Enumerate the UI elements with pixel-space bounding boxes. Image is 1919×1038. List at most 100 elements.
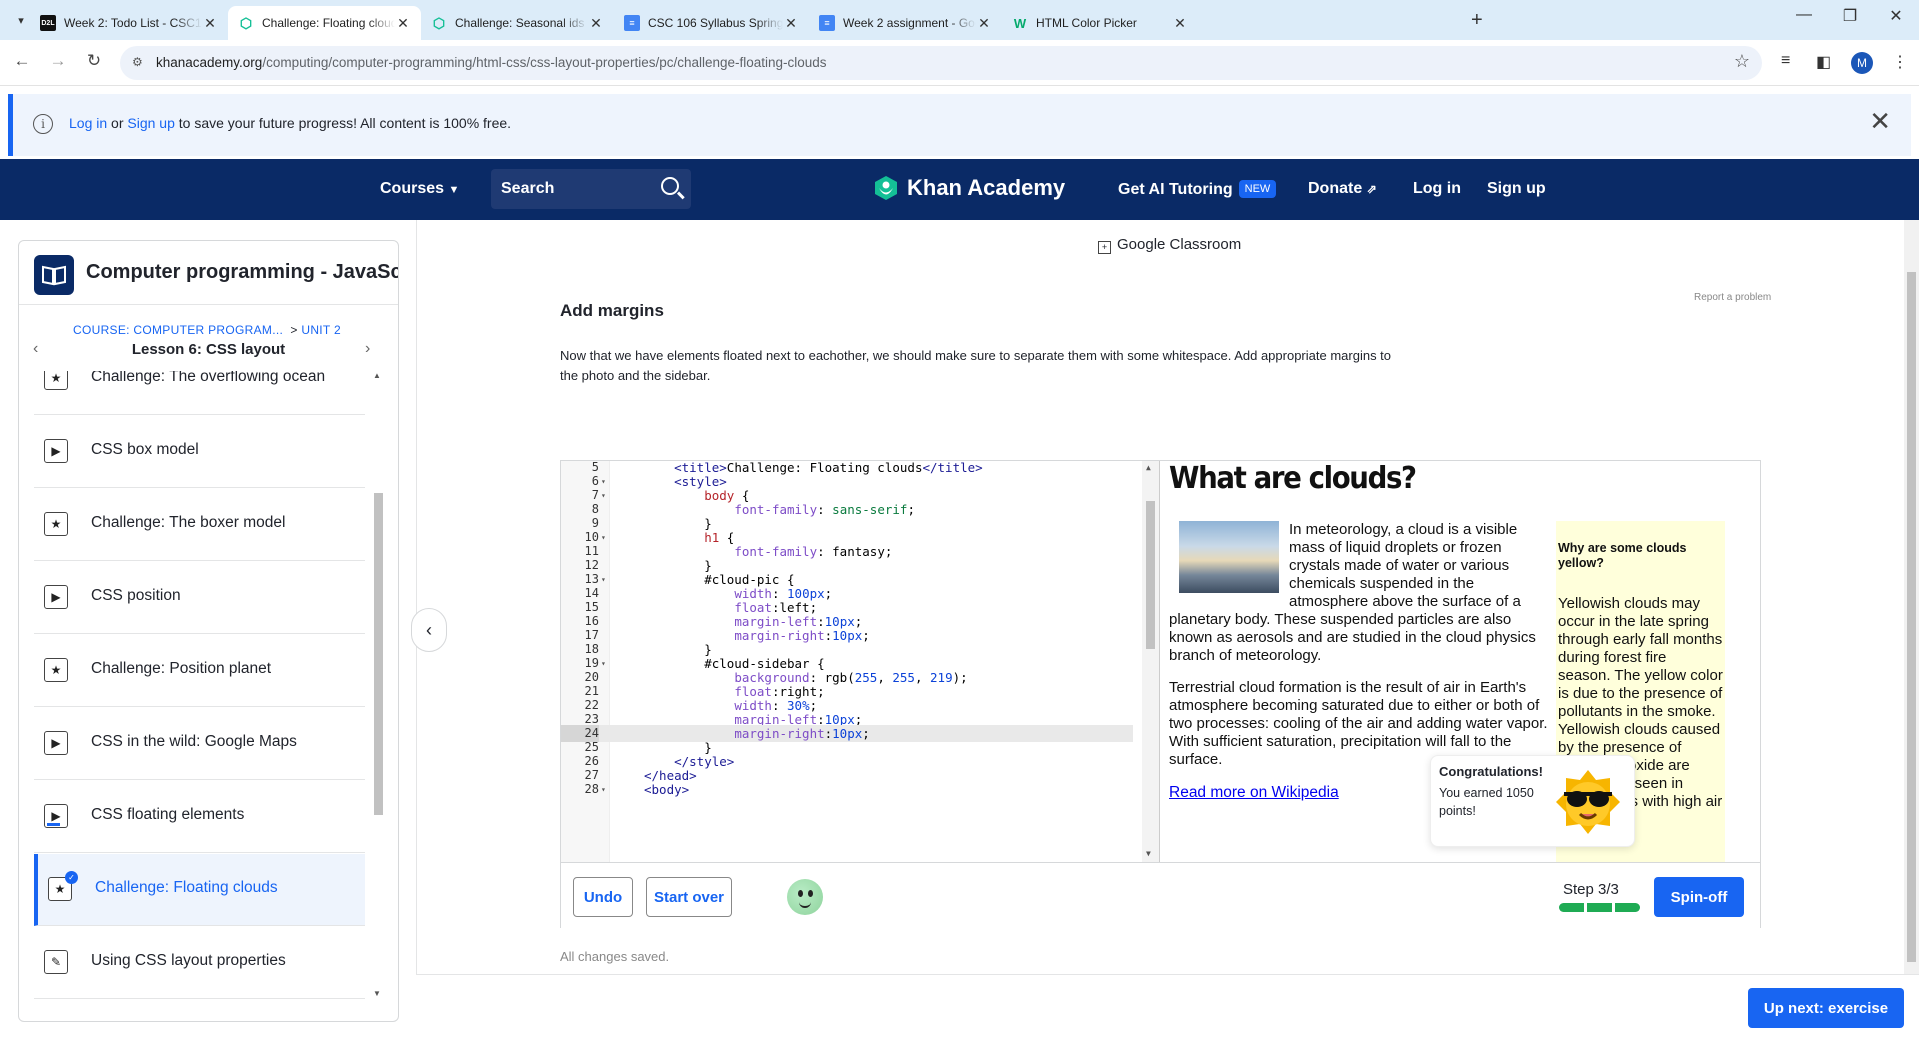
browser-tab[interactable]: ≡ Week 2 assignment - Google D✕ bbox=[809, 6, 1002, 40]
lesson-item-label: Challenge: Position planet bbox=[91, 660, 272, 677]
header-login-link[interactable]: Log in bbox=[1413, 180, 1461, 198]
wikipedia-link[interactable]: Read more on Wikipedia bbox=[1169, 784, 1339, 802]
report-problem-link[interactable]: Report a problem bbox=[1694, 292, 1771, 303]
lesson-item[interactable]: ▶ CSS position bbox=[34, 562, 365, 634]
courses-menu[interactable]: Courses ▼ bbox=[380, 180, 459, 198]
lesson-title: Lesson 6: CSS layout bbox=[131, 341, 286, 358]
profile-avatar[interactable]: M bbox=[1851, 52, 1873, 74]
lesson-item[interactable]: ★ Challenge: Position planet bbox=[34, 635, 365, 707]
output-sidebar-heading: Why are some clouds yellow? bbox=[1558, 541, 1687, 570]
browser-tab[interactable]: W HTML Color Picker ✕ bbox=[1002, 6, 1198, 40]
breadcrumb-course[interactable]: COURSE: COMPUTER PROGRAM... bbox=[73, 323, 283, 337]
minimize-icon[interactable]: — bbox=[1781, 6, 1827, 24]
search-input[interactable]: Search bbox=[491, 169, 691, 209]
tab-close-icon[interactable]: ✕ bbox=[976, 15, 992, 32]
tab-search-chevron-icon[interactable]: ▾ bbox=[10, 9, 32, 31]
browser-tab[interactable]: ⬡ Challenge: Floating clouds | CS✕ bbox=[228, 6, 421, 40]
output-heading: What are clouds? bbox=[1169, 461, 1417, 496]
browser-tabstrip: ▾ D2LWeek 2: Todo List - CSC106: Th✕⬡Cha… bbox=[0, 0, 1919, 40]
url-text: khanacademy.org/computing/computer-progr… bbox=[156, 55, 827, 70]
banner-login-link[interactable]: Log in bbox=[69, 115, 107, 131]
hint-mascot-icon[interactable] bbox=[787, 879, 823, 915]
back-arrow-icon[interactable]: ← bbox=[10, 51, 34, 71]
banner-signup-link[interactable]: Sign up bbox=[127, 115, 174, 131]
browser-tab[interactable]: D2L Week 2: Todo List - CSC106: Th✕ bbox=[30, 6, 228, 40]
spin-off-button[interactable]: Spin-off bbox=[1654, 877, 1744, 917]
breadcrumb-unit[interactable]: UNIT 2 bbox=[301, 323, 341, 337]
banner-close-icon[interactable]: ✕ bbox=[1869, 108, 1891, 134]
lesson-item[interactable]: ▶ CSS in the wild: Google Maps bbox=[34, 708, 365, 780]
lesson-item-label: Challenge: The boxer model bbox=[91, 514, 286, 531]
lesson-item-label: Using CSS layout properties bbox=[91, 952, 286, 969]
tab-close-icon[interactable]: ✕ bbox=[202, 15, 218, 32]
sidebar-scroll-thumb[interactable] bbox=[374, 493, 383, 815]
address-bar[interactable]: ⚙ khanacademy.org/computing/computer-pro… bbox=[120, 46, 1762, 80]
tab-close-icon[interactable]: ✕ bbox=[395, 15, 411, 32]
banner-rest-text: to save your future progress! All conten… bbox=[174, 115, 512, 131]
code-line[interactable]: 28 ▾ <body> bbox=[561, 781, 1133, 798]
lesson-item-label: CSS position bbox=[91, 587, 181, 604]
lesson-item[interactable]: ✎ Using CSS layout properties bbox=[34, 927, 365, 999]
browser-menu-icon[interactable]: ⋮ bbox=[1892, 52, 1908, 72]
tab-title: Week 2: Todo List - CSC106: Th bbox=[64, 16, 202, 30]
info-icon: i bbox=[33, 114, 53, 134]
start-over-button[interactable]: Start over bbox=[646, 877, 732, 917]
lesson-item-label: Challenge: Floating clouds bbox=[95, 879, 278, 896]
scroll-down-icon[interactable]: ▼ bbox=[373, 989, 381, 998]
code-scrollbar[interactable]: ▲ ▼ bbox=[1142, 461, 1159, 862]
collapse-sidebar-chevron-icon[interactable]: ‹ bbox=[411, 608, 447, 652]
step-description: Now that we have elements floated next t… bbox=[560, 348, 1392, 383]
challenge-star-icon: ★ bbox=[44, 371, 68, 390]
scroll-down-icon[interactable]: ▼ bbox=[1146, 849, 1151, 858]
google-classroom-button[interactable]: + Google Classroom bbox=[1098, 236, 1241, 254]
media-control-icon[interactable]: ≡ bbox=[1781, 52, 1790, 70]
tab-close-icon[interactable]: ✕ bbox=[783, 15, 799, 32]
khan-academy-logo[interactable]: Khan Academy bbox=[873, 175, 1065, 201]
tab-close-icon[interactable]: ✕ bbox=[1172, 15, 1188, 32]
course-book-icon bbox=[34, 255, 74, 295]
bookmark-star-icon[interactable]: ☆ bbox=[1734, 51, 1750, 72]
sidebar-scrollbar[interactable]: ▲ ▼ bbox=[371, 371, 385, 999]
new-tab-plus-icon[interactable]: + bbox=[1471, 9, 1483, 32]
lesson-item[interactable]: ★ Challenge: The overflowing ocean bbox=[34, 371, 365, 415]
scroll-up-icon[interactable]: ▲ bbox=[373, 371, 381, 380]
close-window-icon[interactable]: ✕ bbox=[1873, 6, 1919, 26]
browser-tab[interactable]: ≡ CSC 106 Syllabus Spring 2024 -✕ bbox=[614, 6, 809, 40]
header-signup-link[interactable]: Sign up bbox=[1487, 180, 1546, 198]
tab-title: HTML Color Picker bbox=[1036, 16, 1137, 30]
site-info-icon[interactable]: ⚙ bbox=[132, 55, 143, 69]
step-counter: Step 3/3 bbox=[1563, 881, 1619, 898]
line-number: 28 bbox=[584, 782, 599, 796]
forward-arrow-icon[interactable]: → bbox=[46, 51, 70, 71]
reload-icon[interactable]: ↻ bbox=[82, 51, 106, 71]
code-scroll-thumb[interactable] bbox=[1146, 501, 1155, 649]
lesson-item[interactable]: ★ Challenge: The boxer model bbox=[34, 489, 365, 561]
congrats-title: Congratulations! bbox=[1439, 764, 1543, 779]
lesson-item-label: CSS floating elements bbox=[91, 806, 245, 823]
browser-tab[interactable]: ⬡ Challenge: Seasonal ids | Intro t✕ bbox=[421, 6, 614, 40]
editor-controls: Undo Start over Step 3/3 Spin-off bbox=[561, 862, 1760, 928]
scroll-up-icon[interactable]: ▲ bbox=[1146, 463, 1151, 472]
page-scroll-thumb[interactable] bbox=[1907, 272, 1916, 962]
donate-link[interactable]: Donate ⇗ bbox=[1308, 180, 1377, 198]
banner-or-text: or bbox=[107, 115, 128, 131]
breadcrumb-trail: COURSE: COMPUTER PROGRAM... > UNIT 2 bbox=[73, 323, 341, 337]
next-lesson-chevron-icon[interactable]: › bbox=[365, 340, 370, 358]
page-scrollbar[interactable] bbox=[1904, 220, 1919, 974]
undo-button[interactable]: Undo bbox=[573, 877, 633, 917]
restore-icon[interactable]: ❐ bbox=[1827, 6, 1873, 26]
course-sidebar: Computer programming - JavaScr... COURSE… bbox=[18, 240, 399, 1022]
tab-close-icon[interactable]: ✕ bbox=[588, 15, 604, 32]
google-classroom-icon: + bbox=[1098, 241, 1111, 254]
lesson-item[interactable]: ▶ CSS box model bbox=[34, 416, 365, 488]
course-header[interactable]: Computer programming - JavaScr... bbox=[19, 241, 398, 305]
fold-arrow-icon[interactable]: ▾ bbox=[601, 781, 606, 798]
congrats-toast: Congratulations! You earned 1050 points! bbox=[1430, 755, 1635, 847]
lesson-item[interactable]: ★ ✓ Challenge: Floating clouds bbox=[34, 854, 365, 926]
ai-tutoring-link[interactable]: Get AI Tutoring NEW bbox=[1118, 180, 1277, 199]
code-editor[interactable]: 5 <title>Challenge: Floating clouds</tit… bbox=[561, 461, 1160, 862]
side-panel-icon[interactable]: ◧ bbox=[1816, 52, 1831, 72]
up-next-button[interactable]: Up next: exercise bbox=[1748, 988, 1904, 1028]
lesson-item[interactable]: ▶ CSS floating elements bbox=[34, 781, 365, 853]
step-progress-bar bbox=[1559, 903, 1640, 912]
